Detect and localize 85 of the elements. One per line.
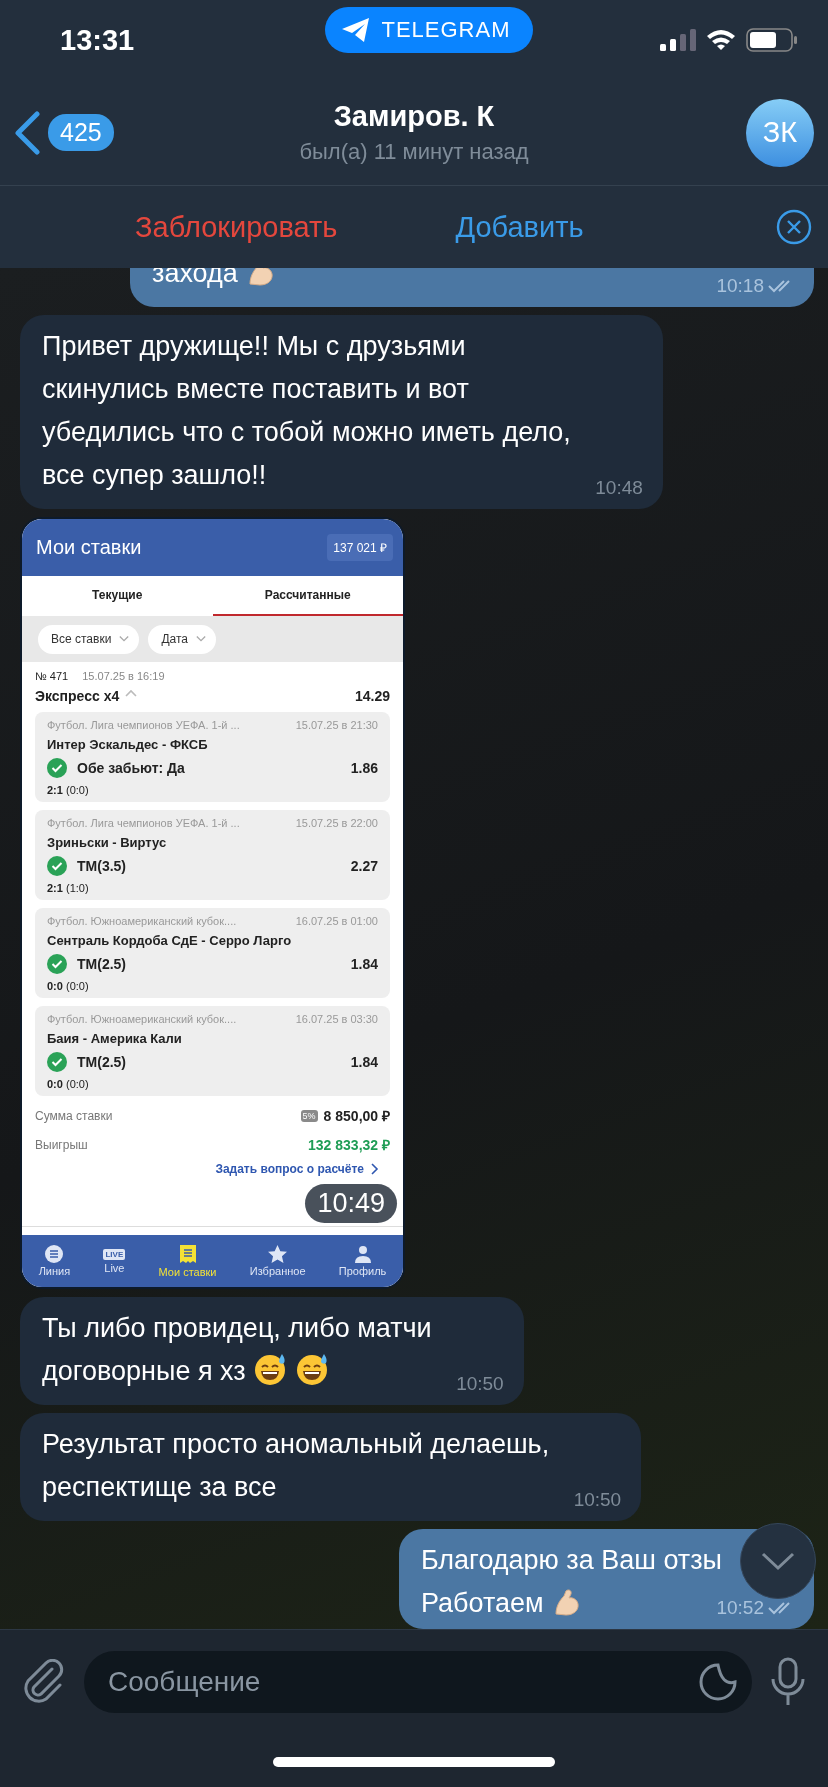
leg-odds: 2.27 — [350, 858, 378, 874]
message-text: захода — [152, 268, 238, 288]
close-icon[interactable] — [776, 209, 812, 245]
league-text: Футбол. Южноамериканский кубок.... — [47, 1013, 237, 1025]
message-time: 10:18 — [716, 275, 764, 297]
match-date: 16.07.25 в 01:00 — [295, 915, 378, 927]
percent-badge: 5% — [300, 1109, 318, 1122]
nav-item[interactable]: Профиль — [338, 1235, 387, 1287]
league-text: Футбол. Южноамериканский кубок.... — [47, 915, 237, 927]
total-odds: 14.29 — [354, 688, 390, 704]
live-icon: LIVE — [103, 1248, 126, 1260]
app-title: Мои ставки — [36, 536, 142, 559]
balance-badge: 137 021 ₽ — [327, 534, 393, 561]
sticker-icon[interactable] — [698, 1662, 738, 1702]
sweat-smile-icon — [253, 1352, 288, 1386]
ask-question-link[interactable]: Задать вопрос о расчёте — [215, 1162, 382, 1176]
message-text: Ты либо провидец, либо матчи — [42, 1312, 432, 1345]
filter-dropdown[interactable]: Дата — [148, 624, 216, 654]
message-time: 10:50 — [573, 1489, 622, 1511]
nav-item[interactable]: Линия — [38, 1235, 71, 1287]
back-icon[interactable] — [14, 110, 40, 155]
paper-plane-icon — [341, 17, 372, 43]
message-text: Работаем — [420, 1588, 544, 1618]
pick-text: Обе забьют: Да — [77, 760, 185, 776]
tab[interactable]: Текущие — [22, 576, 213, 616]
chevron-icon — [119, 634, 130, 644]
win-label: Выигрыш — [35, 1137, 88, 1152]
message-text: Привет дружище!! Мы с друзьями скинулись вместе поставить и вот убедились что с тобой можно иметь дело, все супер зашло!! — [42, 331, 571, 490]
filter-dropdown[interactable]: Все ставки — [38, 624, 140, 654]
match-teams: Интер Эскальдес - ФКСБ — [47, 737, 209, 752]
battery-icon — [746, 28, 798, 52]
screenshot-message[interactable] — [20, 517, 405, 1289]
signal-icon — [660, 29, 696, 51]
match-date: 15.07.25 в 21:30 — [295, 719, 378, 731]
last-seen-text: был(а) 11 минут назад — [299, 139, 529, 165]
message-time: 10:52 — [716, 1597, 764, 1619]
status-time: 13:31 — [60, 23, 136, 57]
bet-date: 15.07.25 в 16:19 — [82, 670, 165, 682]
pick-text: ТМ(2.5) — [77, 1054, 126, 1070]
match-teams: Зриньски - Виртус — [47, 835, 168, 850]
block-button[interactable]: Заблокировать — [135, 210, 338, 244]
match-score: 0:0 (0:0) — [47, 980, 90, 992]
paperclip-icon[interactable] — [22, 1659, 66, 1705]
nav-item[interactable]: Мои ставки — [158, 1235, 217, 1287]
wifi-icon — [706, 29, 736, 51]
league-text: Футбол. Лига чемпионов УЕФА. 1-й ... — [47, 719, 240, 731]
match-score: 0:0 (0:0) — [47, 1078, 90, 1090]
match-score: 2:1 (1:0) — [47, 882, 90, 894]
message-text: Результат просто аномальный делаешь, респектище за все — [42, 1429, 550, 1502]
match-teams: Сентраль Кордоба СдЕ - Серро Ларго — [47, 933, 293, 948]
nav-item[interactable]: LIVE Live — [103, 1235, 126, 1287]
match-date: 15.07.25 в 22:00 — [295, 817, 378, 829]
microphone-icon[interactable] — [770, 1657, 806, 1707]
stake-label: Сумма ставки — [35, 1108, 113, 1123]
person-icon — [354, 1245, 371, 1263]
message-time: 10:50 — [456, 1373, 504, 1395]
message-time: 10:48 — [595, 477, 643, 499]
league-text: Футбол. Лига чемпионов УЕФА. 1-й ... — [47, 817, 240, 829]
nav-item[interactable]: Избранное — [249, 1235, 306, 1287]
bet-number: № 471 — [35, 670, 69, 682]
leg-odds: 1.84 — [350, 956, 378, 972]
list-icon — [45, 1245, 64, 1263]
message-time: 10:49 — [305, 1184, 397, 1223]
star-icon — [268, 1245, 288, 1263]
pick-text: ТМ(2.5) — [77, 956, 126, 972]
leg-odds: 1.84 — [350, 1054, 378, 1070]
message-text: Благодарю за Ваш отзы — [420, 1544, 722, 1577]
leg-odds: 1.86 — [350, 760, 378, 776]
receipt-icon — [178, 1244, 197, 1264]
bet-type: Экспресс x4 — [35, 688, 120, 704]
chevron-icon — [195, 634, 206, 644]
chevron-down-icon — [761, 1551, 795, 1571]
win-amount: 132 833,32 ₽ — [308, 1136, 390, 1154]
stake-amount: 8 850,00 ₽ — [323, 1107, 390, 1125]
add-button[interactable]: Добавить — [455, 210, 584, 244]
message-field[interactable]: Сообщение — [84, 1651, 752, 1713]
match-teams: Баия - Америка Кали — [47, 1031, 183, 1046]
telegram-pill[interactable]: TELEGRAM — [325, 7, 533, 53]
unread-count-badge[interactable]: 425 — [48, 114, 114, 151]
sweat-smile-icon — [295, 1352, 330, 1386]
chat-title: Замиров. К — [333, 100, 495, 133]
pick-text: ТМ(3.5) — [77, 858, 126, 874]
match-score: 2:1 (0:0) — [47, 784, 90, 796]
match-date: 16.07.25 в 03:30 — [295, 1013, 378, 1025]
message-text: договорные я хз — [42, 1356, 246, 1386]
